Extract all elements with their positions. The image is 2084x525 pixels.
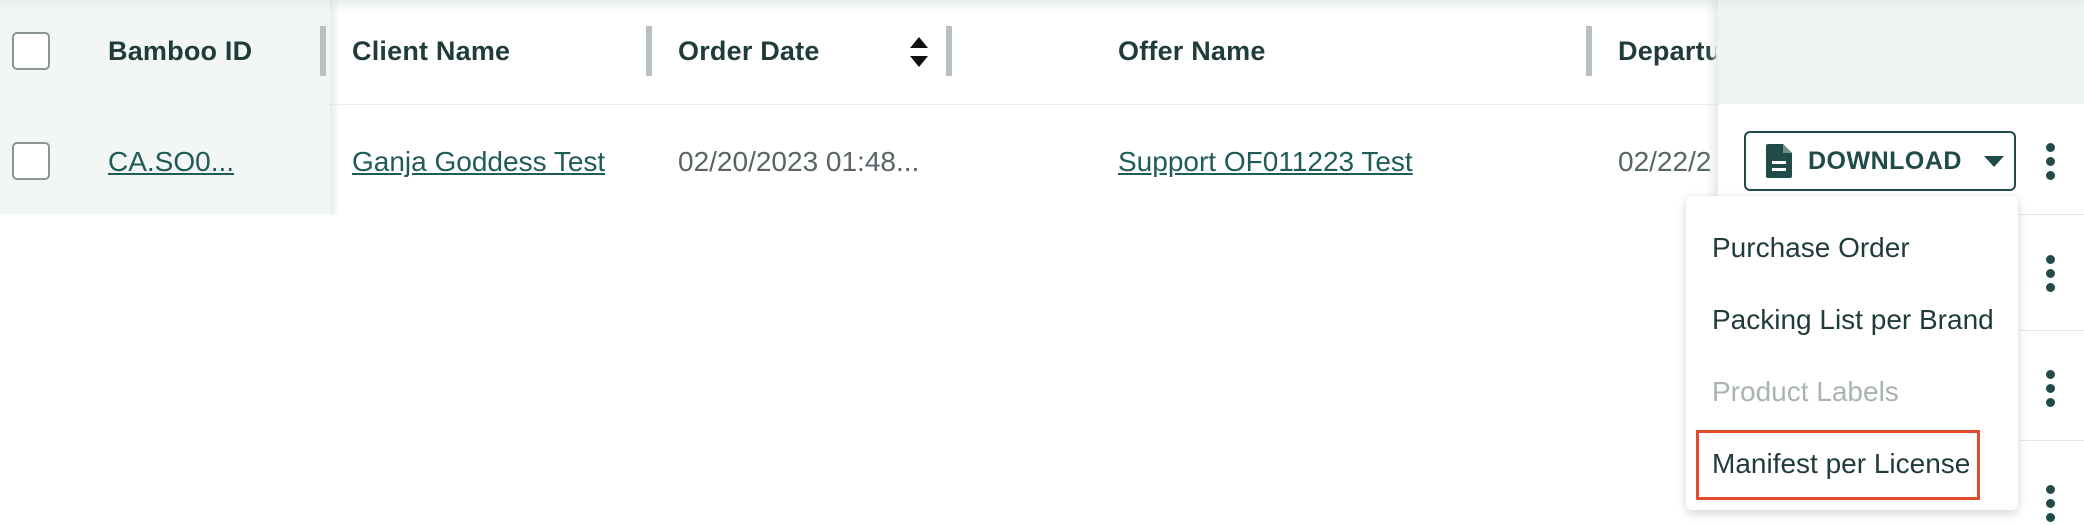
download-button-label: DOWNLOAD <box>1808 146 1962 175</box>
header-shadow <box>0 0 2084 12</box>
frozen-column-shadow <box>330 0 340 214</box>
document-icon <box>1766 144 1792 178</box>
frozen-column-shadow <box>1706 0 1718 214</box>
column-header-offer-name[interactable]: Offer Name <box>1118 36 1266 67</box>
client-name-link[interactable]: Ganja Goddess Test <box>352 146 605 178</box>
column-header-client-name[interactable]: Client Name <box>352 36 510 67</box>
orders-table: Bamboo ID Client Name Order Date Offer N… <box>0 0 2084 522</box>
order-date-cell: 02/20/2023 01:48... <box>678 146 920 177</box>
frozen-header-right <box>1718 0 2084 104</box>
offer-name-link[interactable]: Support OF011223 Test <box>1118 146 1413 178</box>
caret-down-icon <box>1983 155 2004 167</box>
column-header-bamboo-id[interactable]: Bamboo ID <box>108 36 252 67</box>
select-all-checkbox[interactable] <box>12 32 50 70</box>
column-resize-handle[interactable] <box>646 26 652 76</box>
column-resize-handle[interactable] <box>946 26 952 76</box>
row-divider <box>2020 440 2084 441</box>
column-header-order-date[interactable]: Order Date <box>678 36 820 67</box>
departure-date-cell: 02/22/2 <box>1618 146 1712 177</box>
column-resize-handle[interactable] <box>320 26 326 76</box>
row-divider <box>2020 330 2084 331</box>
more-vertical-icon[interactable] <box>2044 255 2056 295</box>
menu-item-packing-list-per-brand[interactable]: Packing List per Brand <box>1712 304 1994 336</box>
bamboo-id-link[interactable]: CA.SO0... <box>108 146 234 178</box>
more-vertical-icon[interactable] <box>2044 485 2056 525</box>
column-resize-handle[interactable] <box>1586 26 1592 76</box>
highlight-box <box>1696 430 1980 500</box>
download-button[interactable]: DOWNLOAD <box>1744 131 2016 191</box>
column-header-departure[interactable]: Departu <box>1618 36 1716 67</box>
row-checkbox[interactable] <box>12 142 50 180</box>
more-vertical-icon[interactable] <box>2044 143 2056 183</box>
more-vertical-icon[interactable] <box>2044 370 2056 410</box>
menu-item-product-labels: Product Labels <box>1712 376 1899 407</box>
menu-item-purchase-order[interactable]: Purchase Order <box>1712 232 1910 264</box>
sort-icon[interactable] <box>908 34 930 70</box>
